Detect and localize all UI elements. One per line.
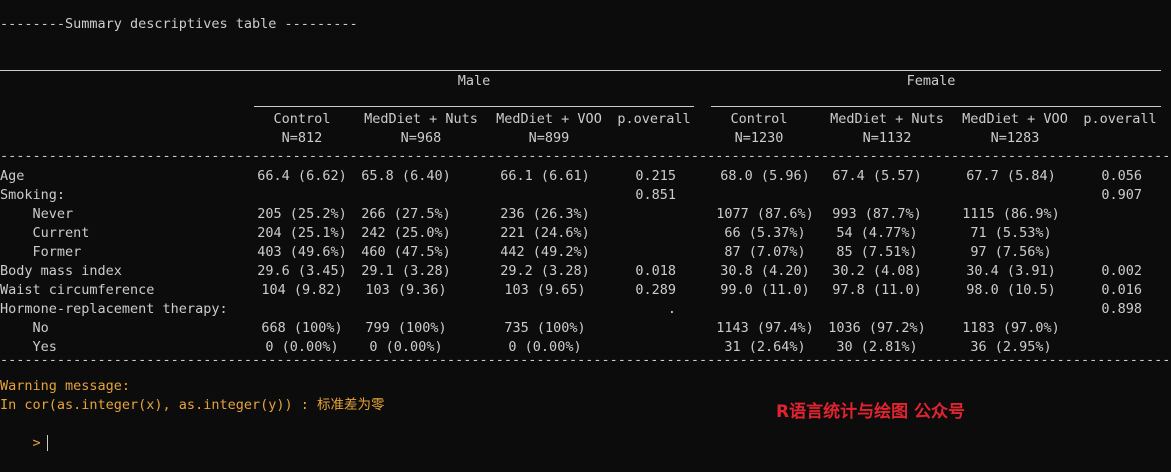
table-cell: 103 (9.65) [504, 282, 586, 298]
table-cell: 0.851 [635, 187, 676, 203]
col-n-female-control: N=1230 [734, 130, 784, 146]
top-rule [0, 70, 1161, 71]
table-cell: 204 (25.1%) [257, 225, 347, 241]
group-header-female: Female [906, 73, 956, 89]
col-header-female-nuts: MedDiet + Nuts [830, 111, 944, 127]
col-n-male-nuts: N=968 [400, 130, 442, 146]
table-cell: 735 (100%) [504, 320, 586, 336]
table-cell: 0.215 [635, 168, 676, 184]
table-cell: . [667, 301, 676, 317]
table-title: --------Summary descriptives table -----… [0, 16, 358, 32]
dash-separator-top: ----------------------------------------… [0, 148, 1171, 164]
r-console[interactable]: --------Summary descriptives table -----… [0, 0, 1171, 451]
male-underline [254, 106, 694, 107]
table-cell: 0.907 [1101, 187, 1142, 203]
table-cell: 68.0 (5.96) [720, 168, 810, 184]
table-cell: 442 (49.2%) [500, 244, 590, 260]
row-label: Hormone-replacement therapy: [0, 301, 228, 317]
row-label: Former [0, 244, 82, 260]
table-cell: 97 (7.56%) [970, 244, 1052, 260]
table-cell: 67.7 (5.84) [966, 168, 1056, 184]
row-label: Body mass index [0, 263, 122, 279]
table-cell: 0.056 [1101, 168, 1142, 184]
text-cursor [46, 435, 48, 451]
table-cell: 1077 (87.6%) [716, 206, 814, 222]
table-cell: 205 (25.2%) [257, 206, 347, 222]
table-cell: 30.4 (3.91) [966, 263, 1056, 279]
table-cell: 85 (7.51%) [836, 244, 918, 260]
table-cell: 97.8 (11.0) [832, 282, 922, 298]
row-label: Waist circumference [0, 282, 155, 298]
table-cell: 103 (9.36) [365, 282, 447, 298]
row-label: Age [0, 168, 25, 184]
col-header-male-control: Control [273, 111, 331, 127]
table-cell: 221 (24.6%) [500, 225, 590, 241]
row-label: Never [0, 206, 74, 222]
col-header-male-p: p.overall [617, 111, 691, 127]
table-cell: 71 (5.53%) [970, 225, 1052, 241]
table-cell: 29.1 (3.28) [361, 263, 451, 279]
table-cell: 1143 (97.4%) [716, 320, 814, 336]
table-cell: 1115 (86.9%) [962, 206, 1060, 222]
col-header-male-voo: MedDiet + VOO [496, 111, 602, 127]
col-header-female-control: Control [730, 111, 788, 127]
table-cell: 66.1 (6.61) [500, 168, 590, 184]
table-cell: 0.016 [1101, 282, 1142, 298]
dash-separator-bottom: ----------------------------------------… [0, 352, 1171, 368]
prompt-line[interactable]: > [0, 415, 48, 451]
row-label: Smoking: [0, 187, 66, 203]
table-cell: 30.8 (4.20) [720, 263, 810, 279]
table-cell: 460 (47.5%) [361, 244, 451, 260]
table-cell: 668 (100%) [261, 320, 343, 336]
table-cell: 1036 (97.2%) [828, 320, 926, 336]
col-header-female-p: p.overall [1083, 111, 1157, 127]
female-underline [711, 106, 1161, 107]
warning-title: Warning message: [0, 378, 131, 394]
table-cell: 66 (5.37%) [724, 225, 806, 241]
table-cell: 236 (26.3%) [500, 206, 590, 222]
table-cell: 29.6 (3.45) [257, 263, 347, 279]
table-cell: 65.8 (6.40) [361, 168, 451, 184]
table-cell: 30.2 (4.08) [832, 263, 922, 279]
watermark-text: R语言统计与绘图 公众号 [776, 402, 966, 422]
table-cell: 266 (27.5%) [361, 206, 451, 222]
group-header-male: Male [457, 73, 491, 89]
col-n-male-control: N=812 [281, 130, 323, 146]
prompt-symbol: > [32, 435, 41, 451]
row-label: Current [0, 225, 90, 241]
table-cell: 0.898 [1101, 301, 1142, 317]
table-cell: 242 (25.0%) [361, 225, 451, 241]
row-label: No [0, 320, 49, 336]
table-cell: 104 (9.82) [261, 282, 343, 298]
table-cell: 66.4 (6.62) [257, 168, 347, 184]
col-header-male-nuts: MedDiet + Nuts [364, 111, 478, 127]
table-cell: 87 (7.07%) [724, 244, 806, 260]
table-cell: 67.4 (5.57) [832, 168, 922, 184]
col-n-female-nuts: N=1132 [862, 130, 912, 146]
col-header-female-voo: MedDiet + VOO [962, 111, 1068, 127]
table-cell: 0.018 [635, 263, 676, 279]
warning-detail: In cor(as.integer(x), as.integer(y)) : 标… [0, 397, 385, 413]
table-cell: 993 (87.7%) [832, 206, 922, 222]
table-cell: 799 (100%) [365, 320, 447, 336]
table-cell: 0.002 [1101, 263, 1142, 279]
table-cell: 29.2 (3.28) [500, 263, 590, 279]
table-cell: 1183 (97.0%) [962, 320, 1060, 336]
table-cell: 98.0 (10.5) [966, 282, 1056, 298]
col-n-female-voo: N=1283 [990, 130, 1040, 146]
table-cell: 99.0 (11.0) [720, 282, 810, 298]
table-cell: 403 (49.6%) [257, 244, 347, 260]
col-n-male-voo: N=899 [528, 130, 570, 146]
table-cell: 54 (4.77%) [836, 225, 918, 241]
table-cell: 0.289 [635, 282, 676, 298]
